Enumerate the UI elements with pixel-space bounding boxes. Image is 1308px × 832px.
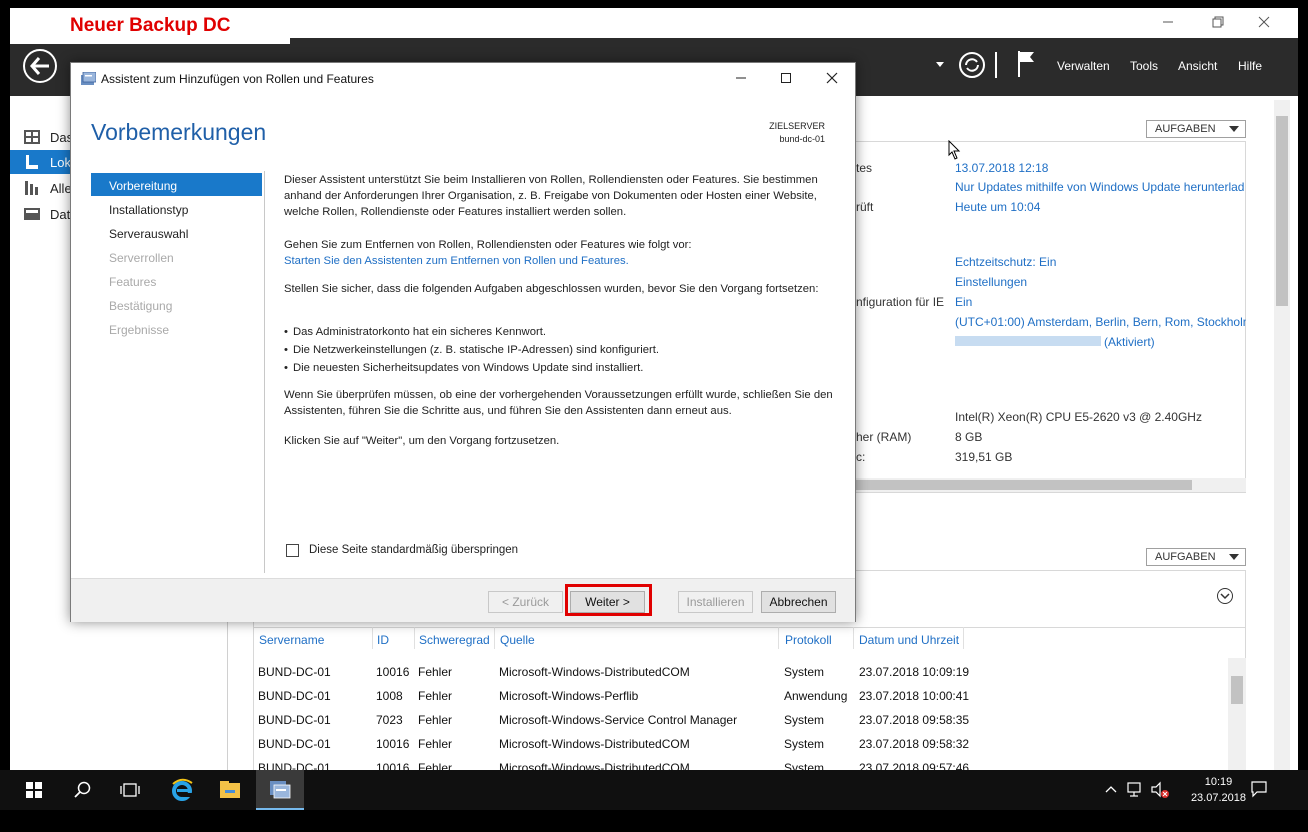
task-view-icon[interactable] <box>106 770 154 810</box>
verification-paragraph: Wenn Sie überprüfen müssen, ob eine der … <box>284 389 833 417</box>
table-cell: System <box>784 713 825 727</box>
volume-muted-icon[interactable] <box>1150 781 1170 799</box>
cancel-button[interactable]: Abbrechen <box>761 591 836 613</box>
clock-date: 23.07.2018 <box>1190 792 1246 804</box>
page-title: Vorbemerkungen <box>91 119 267 145</box>
list-item: Die Netzwerkeinstellungen (z. B. statisc… <box>284 342 844 360</box>
dialog-close-icon[interactable] <box>809 63 855 93</box>
back-button[interactable]: < Zurück <box>488 591 563 613</box>
table-cell: Fehler <box>418 761 453 770</box>
clock[interactable]: 10:19 23.07.2018 <box>1191 774 1246 806</box>
table-cell: 23.07.2018 09:57:46 <box>859 761 970 770</box>
skip-page-checkbox[interactable] <box>286 544 299 557</box>
table-cell: Microsoft-Windows-DistributedCOM <box>499 665 690 679</box>
table-cell: 1008 <box>376 689 403 703</box>
intro-paragraph: Dieser Assistent unterstützt Sie beim In… <box>284 174 818 218</box>
server-manager-taskbar-icon[interactable] <box>256 770 304 810</box>
caption-label: Neuer Backup DC <box>10 8 290 44</box>
table-cell: Microsoft-Windows-DistributedCOM <box>499 761 690 770</box>
dialog-minimize-icon[interactable] <box>718 63 764 93</box>
table-cell: 10016 <box>376 665 410 679</box>
target-server-info: ZIELSERVER bund-dc-01 <box>769 120 825 146</box>
table-cell: 23.07.2018 09:58:32 <box>859 737 970 751</box>
search-icon[interactable] <box>58 770 106 810</box>
table-cell: 23.07.2018 10:00:41 <box>859 689 970 703</box>
table-cell: Fehler <box>418 665 453 679</box>
clock-time: 10:19 <box>1204 776 1233 788</box>
file-explorer-icon[interactable] <box>206 770 254 810</box>
table-cell: BUND-DC-01 <box>258 761 331 770</box>
step-vorbereitung[interactable]: Vorbereitung <box>109 179 177 193</box>
step-bestaetigung: Bestätigung <box>109 299 173 313</box>
skip-page-label[interactable]: Diese Seite standardmäßig überspringen <box>309 544 518 556</box>
table-cell: BUND-DC-01 <box>258 665 331 679</box>
table-cell: Anwendung <box>784 689 848 703</box>
table-cell: 10016 <box>376 737 410 751</box>
dialog-title: Assistent zum Hinzufügen von Rollen und … <box>101 72 374 86</box>
network-icon[interactable] <box>1126 781 1144 799</box>
remove-intro-paragraph: Gehen Sie zum Entfernen von Rollen, Roll… <box>284 239 692 251</box>
table-cell: BUND-DC-01 <box>258 713 331 727</box>
table-cell: 10016 <box>376 761 410 770</box>
table-cell: Fehler <box>418 689 453 703</box>
step-features: Features <box>109 275 157 289</box>
continue-paragraph: Klicken Sie auf "Weiter", um den Vorgang… <box>284 435 560 447</box>
table-cell: BUND-DC-01 <box>258 737 331 751</box>
table-row[interactable]: BUND-DC-01 1008 Fehler Microsoft-Windows-Pe… <box>254 685 1226 709</box>
start-windows-icon[interactable] <box>10 770 58 810</box>
add-roles-wizard-dialog: Assistent zum Hinzufügen von Rollen und … <box>70 62 856 622</box>
target-server-name: bund-dc-01 <box>779 134 825 144</box>
dialog-footer: < Zurück Weiter > Installieren Abbrechen <box>71 578 855 622</box>
list-item: Das Administratorkonto hat ein sicheres … <box>284 324 844 342</box>
internet-explorer-icon[interactable] <box>158 770 206 810</box>
table-cell: 23.07.2018 10:09:19 <box>859 665 970 679</box>
table-cell: System <box>784 761 825 770</box>
prerequisite-list: Das Administratorkonto hat ein sicheres … <box>284 324 844 378</box>
table-row[interactable]: BUND-DC-01 10016 Fehler Microsoft-Windows-D… <box>254 733 1226 757</box>
step-ergebnisse: Ergebnisse <box>109 323 170 337</box>
table-row[interactable]: BUND-DC-01 7023 Fehler Microsoft-Windows-Se… <box>254 709 1226 733</box>
prerequisites-paragraph: Stellen Sie sicher, dass die folgenden A… <box>284 283 819 295</box>
table-cell: BUND-DC-01 <box>258 689 331 703</box>
action-center-icon[interactable] <box>1250 780 1268 798</box>
taskbar: 10:19 23.07.2018 <box>0 770 1308 810</box>
step-installationstyp[interactable]: Installationstyp <box>109 203 188 217</box>
table-cell: 23.07.2018 09:58:35 <box>859 713 970 727</box>
table-row[interactable]: BUND-DC-01 10016 Fehler Microsoft-Windows-D… <box>254 661 1226 685</box>
remove-roles-link[interactable]: Starten Sie den Assistenten zum Entferne… <box>284 253 629 269</box>
chevron-up-icon[interactable] <box>1104 782 1118 796</box>
table-cell: 7023 <box>376 713 403 727</box>
highlight-frame <box>565 584 652 616</box>
table-cell: Fehler <box>418 737 453 751</box>
table-cell: Fehler <box>418 713 453 727</box>
step-separator <box>264 171 265 573</box>
table-cell: Microsoft-Windows-DistributedCOM <box>499 737 690 751</box>
table-cell: System <box>784 665 825 679</box>
list-item: Die neuesten Sicherheitsupdates von Wind… <box>284 360 844 378</box>
table-row[interactable]: BUND-DC-01 10016 Fehler Microsoft-Windows-D… <box>254 757 1226 770</box>
table-cell: Microsoft-Windows-Perflib <box>499 689 639 703</box>
step-serverrollen: Serverrollen <box>109 251 174 265</box>
step-serverauswahl[interactable]: Serverauswahl <box>109 227 188 241</box>
table-cell: System <box>784 737 825 751</box>
install-button[interactable]: Installieren <box>678 591 753 613</box>
dialog-maximize-icon[interactable] <box>763 63 809 93</box>
table-cell: Microsoft-Windows-Service Control Manage… <box>499 713 738 727</box>
target-server-label: ZIELSERVER <box>769 121 825 131</box>
wizard-app-icon <box>81 72 96 86</box>
